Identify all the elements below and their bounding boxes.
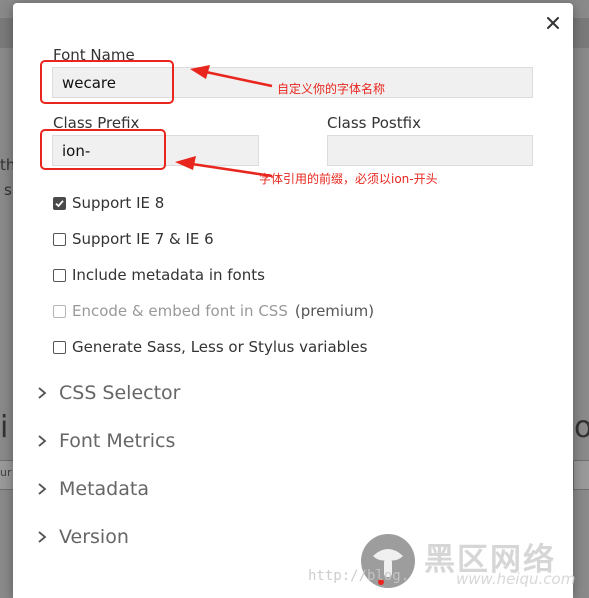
section-font-metrics[interactable]: Font Metrics	[35, 428, 175, 454]
option-encode-embed-font: Encode & embed font in CSS (premium)	[53, 300, 374, 322]
section-label: CSS Selector	[59, 382, 181, 404]
close-button[interactable]	[542, 12, 564, 34]
checkbox-disabled	[53, 304, 66, 318]
option-generate-variables[interactable]: Generate Sass, Less or Stylus variables	[53, 336, 367, 358]
chevron-right-icon	[38, 483, 47, 495]
checkmark-icon	[55, 199, 64, 207]
option-include-metadata[interactable]: Include metadata in fonts	[53, 264, 265, 286]
section-label: Font Metrics	[59, 430, 176, 452]
section-label: Version	[59, 526, 129, 548]
option-label: Generate Sass, Less or Stylus variables	[72, 338, 368, 356]
class-postfix-label: Class Postfix	[327, 114, 421, 132]
premium-tag: (premium)	[294, 302, 375, 320]
watermark-domain: www.heiqu.com	[456, 570, 576, 588]
option-support-ie7-ie6[interactable]: Support IE 7 & IE 6	[53, 228, 214, 250]
checkbox-checked[interactable]	[53, 196, 66, 210]
annotation-arrow-icon	[190, 65, 273, 88]
annotation-highlight-box	[40, 60, 174, 104]
option-label: Encode & embed font in CSS	[72, 302, 288, 320]
section-label: Metadata	[59, 478, 149, 500]
background-text: s	[4, 181, 12, 199]
background-text: i	[0, 410, 9, 445]
watermark-url: http://blog.	[308, 568, 410, 584]
chevron-right-icon	[38, 531, 47, 543]
section-version[interactable]: Version	[35, 524, 129, 550]
option-label: Support IE 7 & IE 6	[72, 230, 214, 248]
checkbox[interactable]	[53, 340, 66, 354]
checkbox[interactable]	[53, 232, 66, 246]
option-label: Include metadata in fonts	[72, 266, 265, 284]
option-label: Support IE 8	[72, 194, 165, 212]
checkbox[interactable]	[53, 268, 66, 282]
section-metadata[interactable]: Metadata	[35, 476, 149, 502]
annotation-class-prefix-note: 字体引用的前缀，必须以ion-开头	[259, 172, 438, 186]
annotation-highlight-box	[40, 129, 166, 170]
background-text: ou	[574, 410, 589, 445]
annotation-font-name-note: 自定义你的字体名称	[277, 82, 386, 96]
class-postfix-input[interactable]	[327, 135, 533, 166]
option-support-ie8[interactable]: Support IE 8	[53, 192, 164, 214]
background-text: ur	[0, 466, 12, 479]
background-input	[573, 460, 589, 490]
chevron-right-icon	[38, 387, 47, 399]
close-icon	[547, 17, 559, 29]
section-css-selector[interactable]: CSS Selector	[35, 380, 180, 406]
chevron-right-icon	[38, 435, 47, 447]
